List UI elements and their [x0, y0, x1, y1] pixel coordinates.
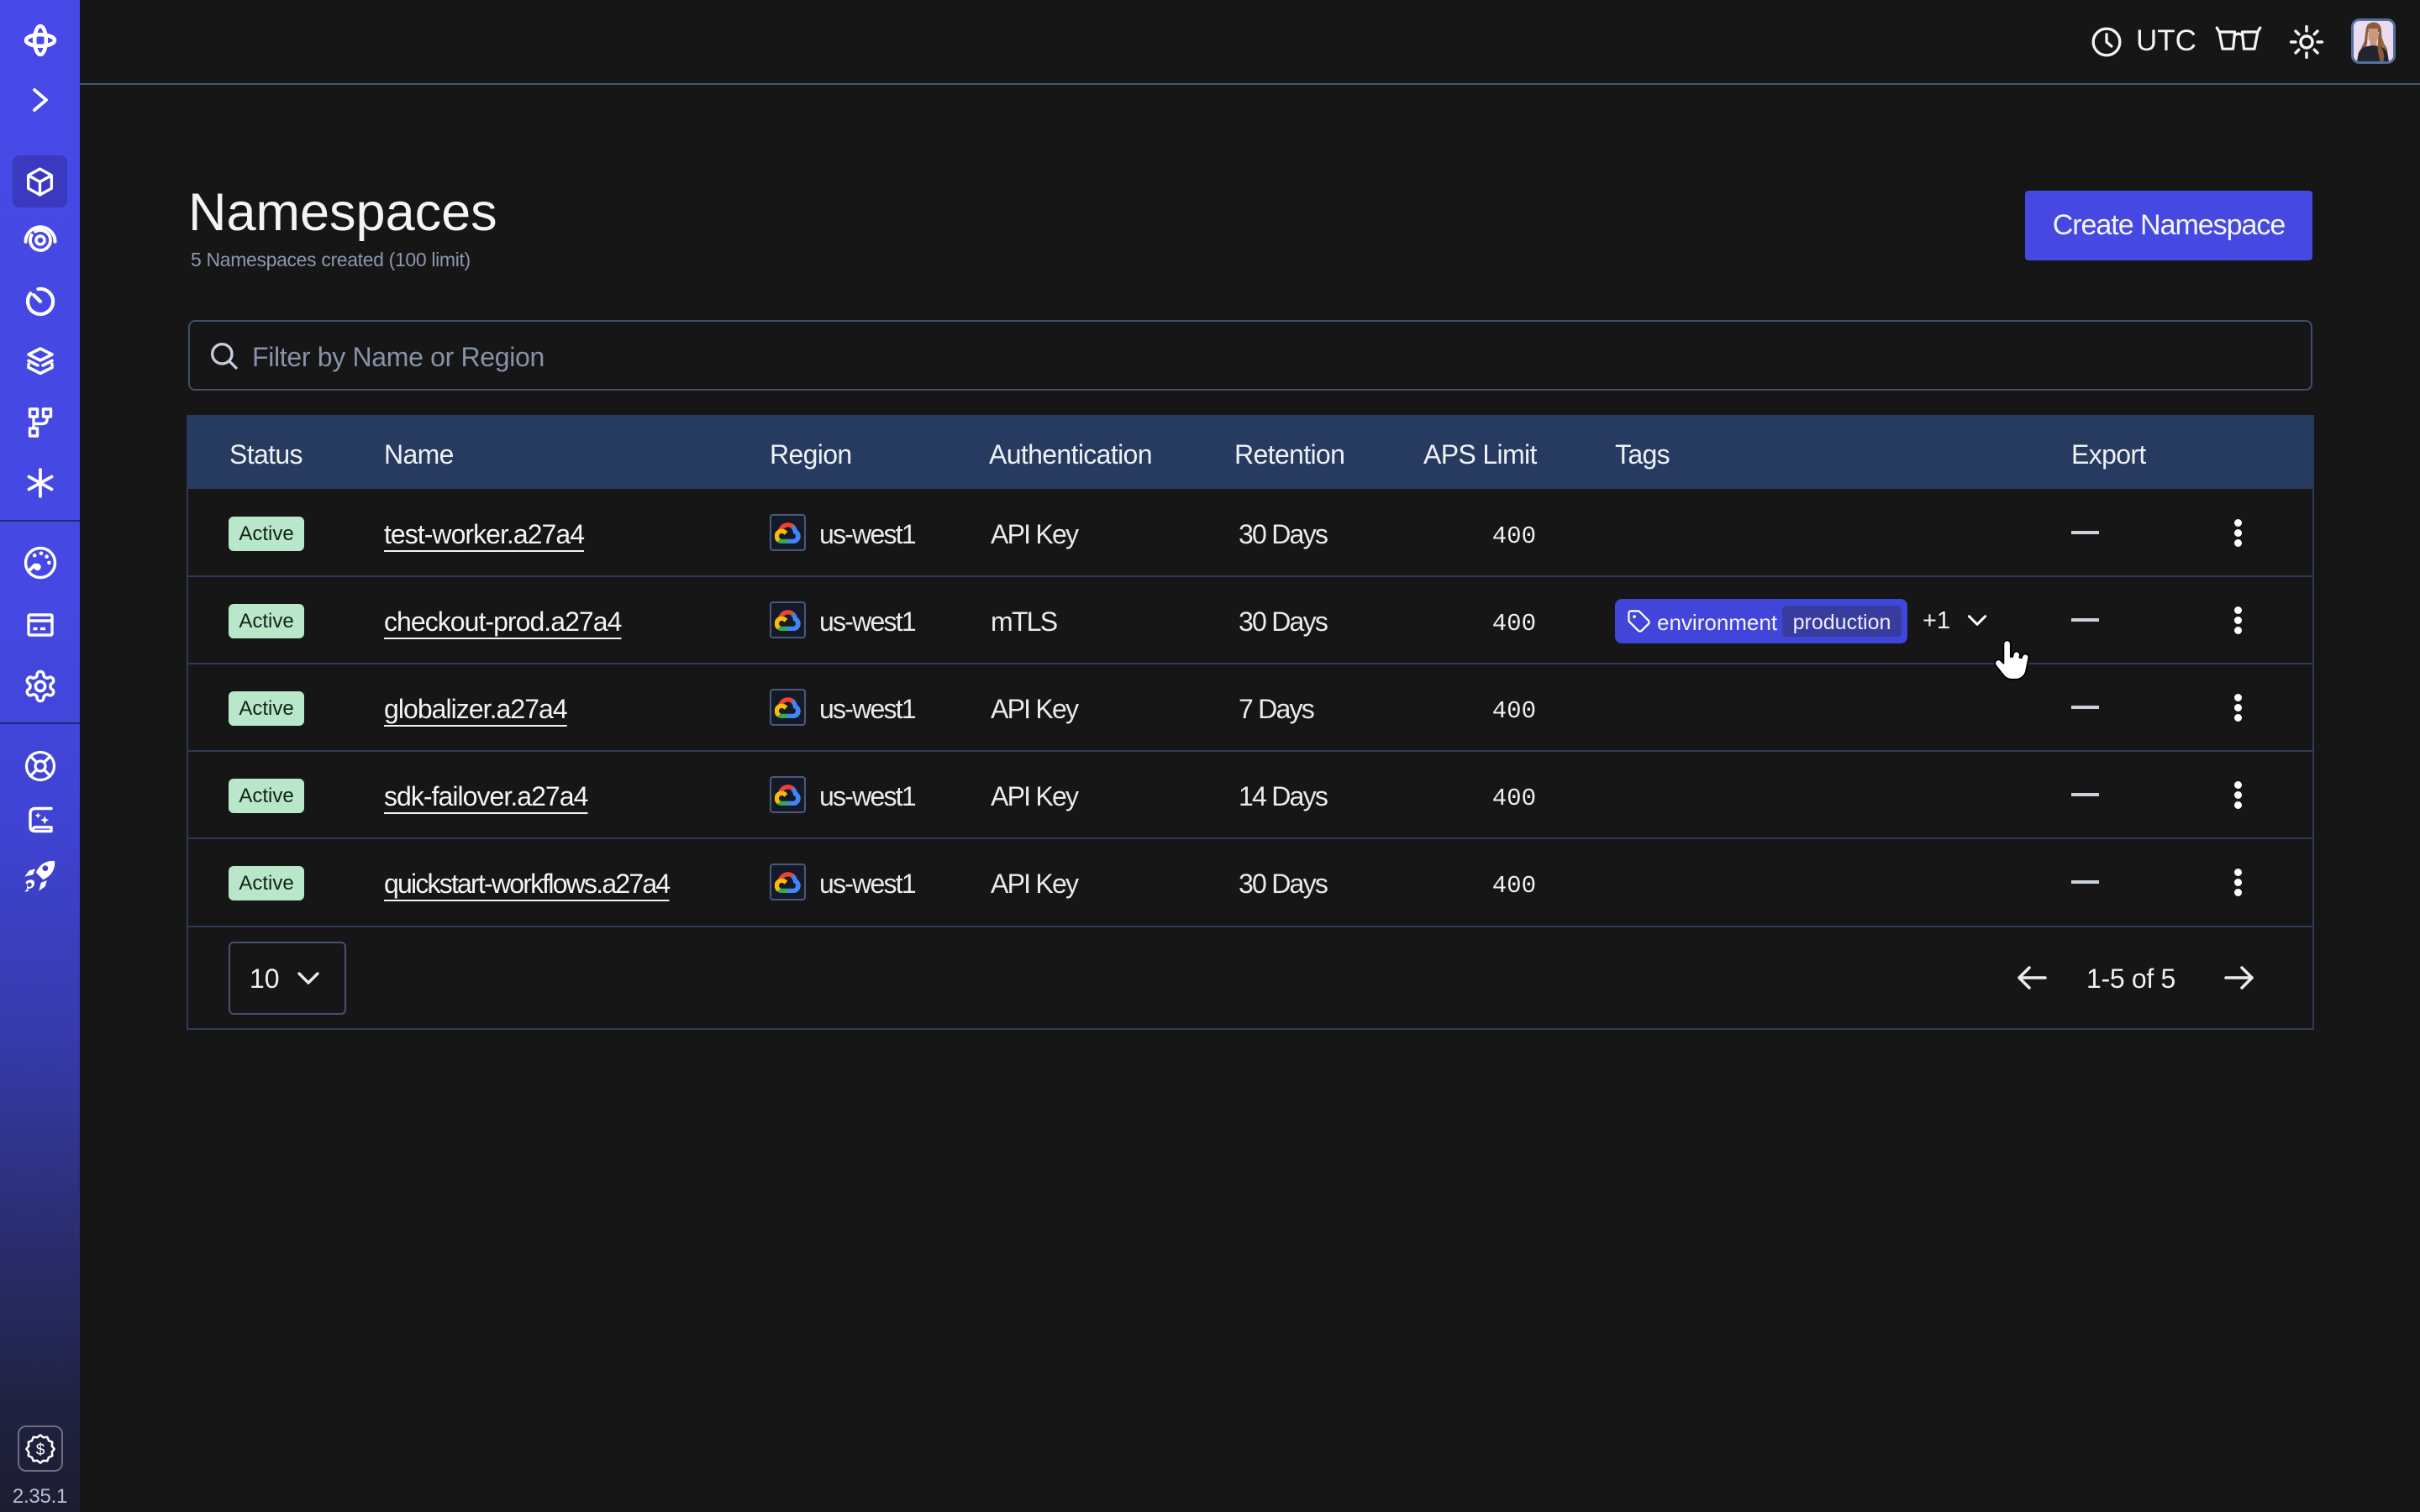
- svg-text:$: $: [36, 1441, 45, 1458]
